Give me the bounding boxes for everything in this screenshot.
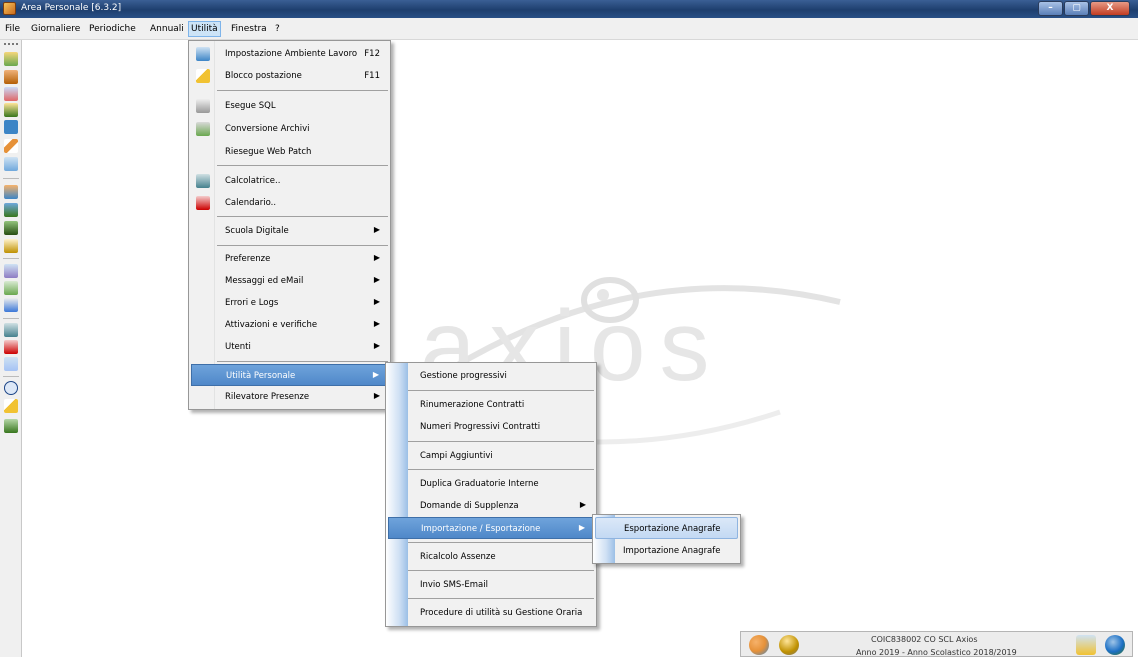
document-arrow-icon[interactable] [4, 298, 18, 312]
calendar-icon [196, 196, 210, 210]
menu-finestra[interactable]: Finestra [228, 21, 270, 37]
toolbar-separator [3, 376, 19, 377]
menu-item-campi-aggiuntivi[interactable]: Campi Aggiuntivi [388, 445, 594, 467]
utilita-personale-submenu: Gestione progressivi Rinumerazione Contr… [385, 362, 597, 627]
menu-item-ricalcolo-assenze[interactable]: Ricalcolo Assenze [388, 546, 594, 568]
toolbar-separator [3, 178, 19, 179]
user-icon[interactable] [779, 635, 799, 655]
checklist-icon[interactable] [4, 264, 18, 278]
window-title: Area Personale [6.3.2] [21, 3, 122, 13]
calculator-icon [196, 174, 210, 188]
menu-item-duplica-graduatorie[interactable]: Duplica Graduatorie Interne [388, 473, 594, 495]
menu-item-domande-supplenza[interactable]: Domande di Supplenza ▶ [388, 495, 594, 517]
pencil-icon[interactable] [4, 139, 18, 153]
network-icon[interactable] [4, 357, 18, 371]
menu-bar: File Giornaliere Periodiche Annuali Util… [0, 18, 1138, 40]
menu-item-utilita-personale[interactable]: Utilità Personale ▶ [191, 364, 388, 386]
menu-item-riesegue-web-patch[interactable]: Riesegue Web Patch [191, 141, 388, 163]
calculator-icon[interactable] [4, 323, 18, 337]
convert-archive-icon [196, 122, 210, 136]
submenu-arrow-icon: ▶ [372, 370, 379, 379]
menu-item-impostazione-ambiente[interactable]: Impostazione Ambiente Lavoro F12 [191, 43, 388, 65]
menu-file[interactable]: File [2, 21, 23, 37]
menu-item-calcolatrice[interactable]: Calcolatrice.. [191, 170, 388, 192]
submenu-arrow-icon: ▶ [373, 297, 380, 306]
calendar-icon[interactable] [4, 340, 18, 354]
person-icon[interactable] [4, 52, 18, 66]
minimize-button[interactable]: – [1038, 1, 1063, 16]
school-year: Anno 2019 - Anno Scolastico 2018/2019 [856, 648, 1017, 657]
accessibility-icon[interactable] [4, 120, 18, 134]
menu-giornaliere[interactable]: Giornaliere [28, 21, 83, 37]
menu-item-blocco-postazione[interactable]: Blocco postazione F11 [191, 65, 388, 87]
notes-icon[interactable] [4, 239, 18, 253]
menu-item-procedure-gestione-oraria[interactable]: Procedure di utilità su Gestione Oraria [388, 602, 594, 624]
menu-item-numeri-progressivi[interactable]: Numeri Progressivi Contratti [388, 416, 594, 438]
submenu-arrow-icon: ▶ [373, 253, 380, 262]
green-book-icon[interactable] [4, 221, 18, 235]
menu-item-esegue-sql[interactable]: Esegue SQL [191, 95, 388, 117]
submenu-arrow-icon: ▶ [373, 391, 380, 400]
menu-item-invio-sms-email[interactable]: Invio SMS-Email [388, 574, 594, 596]
users-icon[interactable] [749, 635, 769, 655]
left-toolbar [0, 40, 22, 657]
workspace-icon [196, 47, 210, 61]
book-icon[interactable] [4, 203, 18, 217]
submenu-arrow-icon: ▶ [578, 523, 585, 532]
menu-help[interactable]: ? [272, 21, 283, 37]
menu-utilita[interactable]: Utilità [188, 21, 221, 37]
menu-item-scuola-digitale[interactable]: Scuola Digitale ▶ [191, 220, 388, 242]
menu-item-importazione-esportazione[interactable]: Importazione / Esportazione ▶ [388, 517, 594, 539]
toolbar-separator [3, 258, 19, 259]
keys-icon[interactable] [4, 399, 18, 413]
toolbar-grip[interactable] [4, 43, 18, 46]
lock-station-icon [196, 69, 210, 83]
status-panel: COIC838002 CO SCL Axios Anno 2019 - Anno… [740, 631, 1133, 657]
menu-item-errori-logs[interactable]: Errori e Logs ▶ [191, 292, 388, 314]
submenu-arrow-icon: ▶ [373, 225, 380, 234]
menu-periodiche[interactable]: Periodiche [86, 21, 139, 37]
menu-annuali[interactable]: Annuali [147, 21, 187, 37]
search-person-icon[interactable] [4, 87, 18, 101]
submenu-arrow-icon: ▶ [373, 319, 380, 328]
submenu-arrow-icon: ▶ [579, 500, 586, 509]
title-bar: Area Personale [6.3.2] – ▢ X [0, 0, 1138, 18]
import-export-submenu: Esportazione Anagrafe Importazione Anagr… [592, 514, 741, 564]
exit-icon[interactable] [4, 419, 18, 433]
toolbar-separator [3, 318, 19, 319]
menu-item-importazione-anagrafe[interactable]: Importazione Anagrafe [595, 540, 738, 562]
menu-item-utenti[interactable]: Utenti ▶ [191, 336, 388, 358]
menu-item-gestione-progressivi[interactable]: Gestione progressivi [388, 365, 594, 387]
menu-item-attivazioni-verifiche[interactable]: Attivazioni e verifiche ▶ [191, 314, 388, 336]
user-blue-icon[interactable] [4, 185, 18, 199]
handshake-icon[interactable] [1076, 635, 1096, 655]
school-code: COIC838002 CO SCL Axios [871, 635, 978, 644]
submenu-arrow-icon: ▶ [373, 275, 380, 284]
document-search-icon[interactable] [4, 157, 18, 171]
menu-item-esportazione-anagrafe[interactable]: Esportazione Anagrafe [595, 517, 738, 539]
menu-item-rilevatore-presenze[interactable]: Rilevatore Presenze ▶ [191, 386, 388, 408]
menu-item-preferenze[interactable]: Preferenze ▶ [191, 248, 388, 270]
window-controls: – ▢ X [1037, 1, 1130, 16]
utilita-menu: Impostazione Ambiente Lavoro F12 Blocco … [188, 40, 391, 410]
menu-item-calendario[interactable]: Calendario.. [191, 192, 388, 214]
check-edit-icon[interactable] [4, 281, 18, 295]
menu-item-rinumerazione-contratti[interactable]: Rinumerazione Contratti [388, 394, 594, 416]
sql-icon [196, 99, 210, 113]
menu-item-messaggi-email[interactable]: Messaggi ed eMail ▶ [191, 270, 388, 292]
submenu-arrow-icon: ▶ [373, 341, 380, 350]
maximize-button[interactable]: ▢ [1064, 1, 1089, 16]
globe-icon[interactable] [1105, 635, 1125, 655]
help-icon[interactable] [4, 381, 18, 395]
menu-item-conversione-archivi[interactable]: Conversione Archivi [191, 118, 388, 140]
app-icon [3, 2, 16, 15]
folder-person-icon[interactable] [4, 70, 18, 84]
close-button[interactable]: X [1090, 1, 1130, 16]
people-icon[interactable] [4, 103, 18, 117]
